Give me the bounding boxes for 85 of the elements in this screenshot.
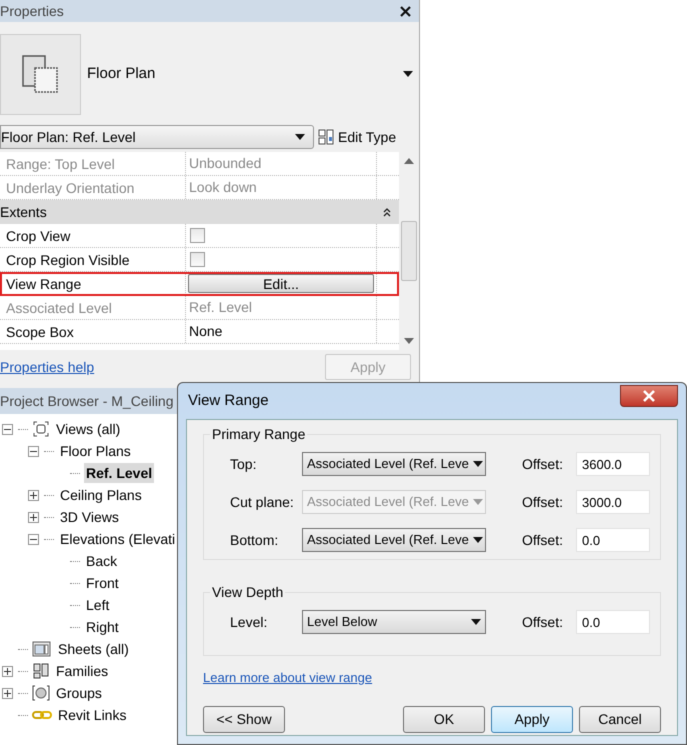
tree-item[interactable]: Revit Links [56,705,128,725]
show-button[interactable]: << Show [203,706,285,732]
view-icon [32,420,50,438]
tree-item[interactable]: Views (all) [54,419,122,439]
expand-icon[interactable] [2,666,13,676]
collapse-icon[interactable] [2,424,13,434]
expand-icon[interactable] [28,490,39,500]
tree-item[interactable]: Groups [54,683,104,703]
tree-item[interactable]: Left [84,595,112,615]
level-dropdown[interactable]: Level Below [302,610,486,634]
sheet-icon [32,640,52,658]
help-link[interactable]: Properties help [0,356,94,378]
caret-icon [472,461,483,467]
group-title: View Depth [211,583,284,602]
offset-field[interactable]: 0.0 [576,610,650,634]
tree-item[interactable]: Families [54,661,110,681]
close-icon [642,390,656,402]
property-label: Associated Level [0,296,186,319]
group-title: Primary Range [211,425,306,444]
property-label: View Range [0,272,186,295]
offset-field[interactable]: 0.0 [576,528,650,552]
tree-item[interactable]: Elevations (Elevati [58,529,178,549]
offset-field[interactable]: 3600.0 [576,452,650,476]
group-label: Extents [0,202,48,222]
panel-title: Properties [0,2,64,21]
property-value: Look down [188,178,257,197]
caret-icon [403,71,413,77]
tree-item[interactable]: Right [84,617,121,637]
field-label: Bottom: [229,530,280,550]
edit-type-button[interactable]: Edit Type [318,126,396,148]
caret-icon [471,619,481,625]
level-dropdown[interactable]: Associated Level (Ref. Leve [302,528,486,552]
caret-icon [295,134,305,140]
collapse-icon[interactable] [28,534,39,544]
property-label: Underlay Orientation [0,176,186,199]
close-icon[interactable] [400,6,411,16]
collapse-icon [383,208,391,216]
property-label: Crop Region Visible [0,248,186,271]
type-name: Floor Plan [87,64,156,84]
floor-plan-icon [20,54,60,94]
property-value: Unbounded [188,154,262,173]
dialog-button[interactable]: Apply [491,706,573,732]
dialog-button[interactable]: Cancel [579,706,661,732]
edit-button[interactable]: Edit... [188,274,374,293]
caret-icon [472,537,483,543]
offset-label: Offset: [522,612,564,632]
tree-item[interactable]: Floor Plans [58,441,133,461]
scroll-down-icon[interactable] [404,338,414,344]
offset-label: Offset: [522,530,564,550]
scroll-up-icon[interactable] [404,158,414,164]
close-button[interactable] [620,385,678,407]
property-value: None [188,322,222,341]
expand-icon[interactable] [28,512,39,522]
instance-dropdown[interactable]: Floor Plan: Ref. Level [0,125,314,149]
property-label: Range: Top Level [0,152,186,175]
group-icon [32,684,50,702]
tree-item[interactable]: Back [84,551,120,571]
collapse-icon[interactable] [28,446,39,456]
chain-link-icon [32,709,52,721]
dialog-button[interactable]: OK [403,706,485,732]
tree-item[interactable]: 3D Views [58,507,121,527]
property-label: Crop View [0,224,186,247]
expand-icon[interactable] [2,688,13,698]
group-header[interactable]: Extents [0,200,399,224]
tree-item[interactable]: Sheets (all) [56,639,131,659]
offset-label: Offset: [522,492,564,512]
scrollbar-thumb[interactable] [401,221,417,281]
tree-item[interactable]: Front [84,573,121,593]
caret-icon [472,499,483,505]
panel-title: Project Browser - M_Ceiling [0,392,174,411]
field-label: Level: [229,612,268,632]
checkbox[interactable] [190,228,205,243]
field-label: Cut plane: [229,492,295,512]
level-dropdown[interactable]: Associated Level (Ref. Leve [302,452,486,476]
property-label: Scope Box [0,320,186,343]
edit-type-icon [318,129,334,145]
property-value: Ref. Level [188,298,252,317]
learn-more-link[interactable]: Learn more about view range [203,668,372,688]
checkbox[interactable] [190,252,205,267]
offset-label: Offset: [522,454,564,474]
family-icon [32,662,50,680]
dialog-title: View Range [187,390,269,411]
field-label: Top: [229,454,258,474]
tree-item[interactable]: Ceiling Plans [58,485,144,505]
tree-item[interactable]: Ref. Level [84,463,154,483]
